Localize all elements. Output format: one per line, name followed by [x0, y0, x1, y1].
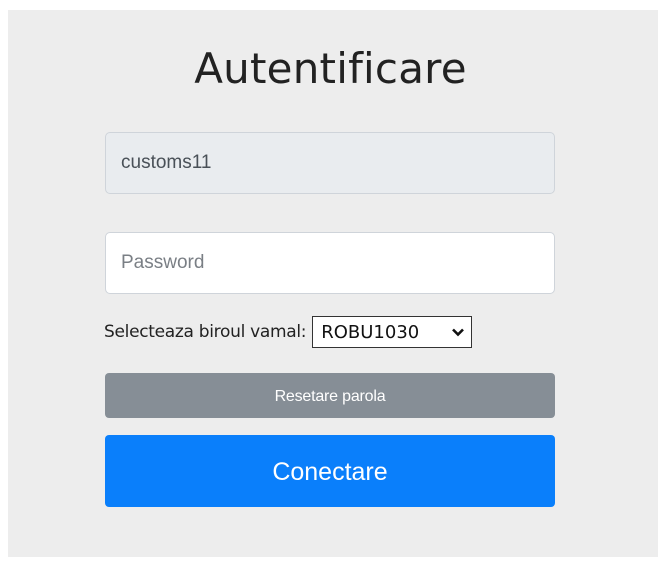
chevron-down-icon: [452, 328, 465, 337]
office-select-row: Selecteaza biroul vamal: ROBU1030: [104, 316, 473, 348]
connect-button[interactable]: Conectare: [105, 435, 555, 507]
page-title: Autentificare: [194, 44, 467, 93]
office-select[interactable]: ROBU1030: [312, 316, 473, 348]
password-field[interactable]: [105, 232, 555, 294]
reset-password-button[interactable]: Resetare parola: [105, 373, 555, 418]
office-select-value: ROBU1030: [321, 321, 420, 343]
office-select-label: Selecteaza biroul vamal:: [104, 322, 307, 342]
username-field[interactable]: [105, 132, 555, 194]
login-panel: Autentificare Selecteaza biroul vamal: R…: [8, 10, 658, 557]
